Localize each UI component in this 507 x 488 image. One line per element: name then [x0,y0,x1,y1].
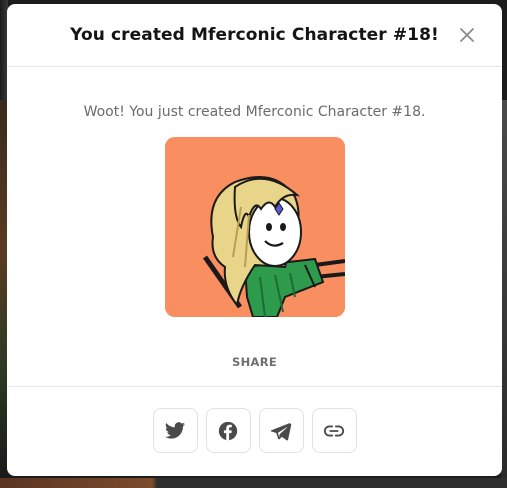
share-telegram-button[interactable] [258,408,304,453]
telegram-icon [270,422,292,440]
character-image [164,137,345,317]
character-illustration [164,137,345,317]
twitter-icon [164,421,186,439]
share-label: SHARE [231,355,278,369]
share-twitter-button[interactable] [152,408,198,453]
share-buttons [7,408,502,453]
share-facebook-button[interactable] [205,408,251,453]
copy-link-button[interactable] [311,408,357,453]
modal-header: You created Mferconic Character #18! [7,4,502,67]
background-artwork-bottom [0,478,507,488]
facebook-icon [218,421,238,440]
creation-success-modal: You created Mferconic Character #18! Woo… [7,4,502,476]
modal-body: Woot! You just created Mferconic Charact… [7,67,502,369]
close-button[interactable] [458,26,476,44]
share-divider [7,386,502,387]
modal-title: You created Mferconic Character #18! [70,25,439,45]
link-icon [323,425,345,436]
close-icon [460,28,474,42]
success-message: Woot! You just created Mferconic Charact… [83,104,426,120]
